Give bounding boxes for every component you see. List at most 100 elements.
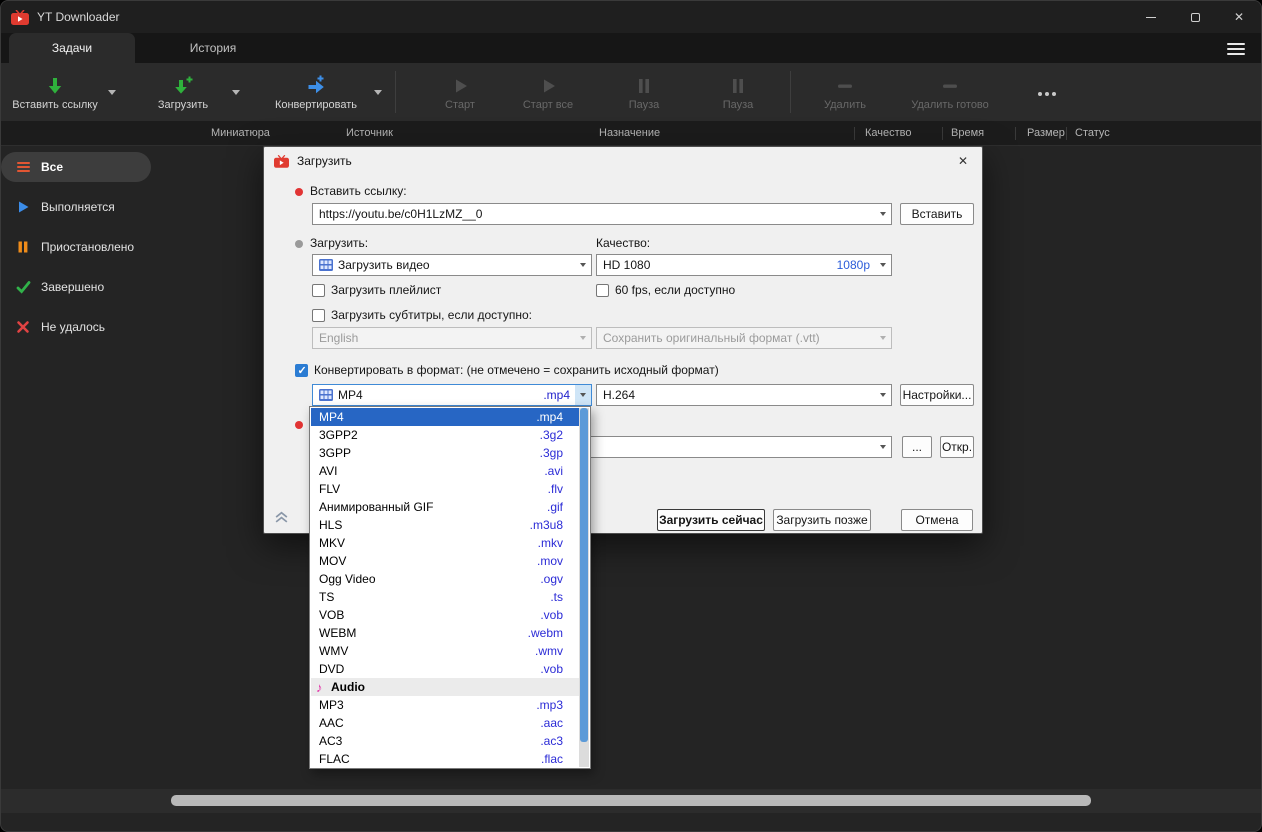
column-header-destination[interactable]: Назначение: [599, 127, 660, 139]
pause-icon: [633, 73, 655, 97]
checkbox-unchecked: [312, 283, 325, 297]
format-combobox[interactable]: MP4 .mp4: [312, 384, 592, 406]
column-header-size[interactable]: Размер: [1027, 127, 1065, 139]
format-option-ts[interactable]: TS .ts: [311, 588, 579, 606]
fps-checkbox[interactable]: 60 fps, если доступно: [596, 283, 735, 297]
format-option-aac[interactable]: AAC .aac: [311, 714, 579, 732]
close-icon: ✕: [1233, 10, 1245, 24]
paste-button[interactable]: Вставить: [900, 203, 974, 225]
chevron-down-icon[interactable]: [875, 204, 891, 224]
column-header-quality[interactable]: Качество: [865, 127, 912, 139]
pause-button[interactable]: Пауза: [600, 65, 688, 119]
format-option-flv[interactable]: FLV .flv: [311, 480, 579, 498]
column-header-time[interactable]: Время: [951, 127, 984, 139]
play-icon: [15, 200, 31, 214]
format-option-mp3[interactable]: MP3 .mp3: [311, 696, 579, 714]
minus-icon: [939, 73, 961, 97]
codec-combobox[interactable]: H.264: [596, 384, 892, 406]
column-header-source[interactable]: Источник: [346, 127, 393, 139]
chevron-down-icon: [232, 89, 240, 95]
paste-link-button[interactable]: Вставить ссылку: [7, 65, 103, 119]
required-bullet: [295, 421, 303, 429]
convert-checkbox[interactable]: Конвертировать в формат: (не отмечено = …: [295, 363, 719, 377]
sidebar-item-failed[interactable]: Не удалось: [1, 312, 151, 342]
collapse-dialog-button[interactable]: [274, 509, 289, 527]
convert-dropdown[interactable]: [369, 65, 387, 119]
format-option-mov[interactable]: MOV .mov: [311, 552, 579, 570]
quality-combobox[interactable]: HD 1080 1080p: [596, 254, 892, 276]
quality-label: Качество:: [596, 236, 651, 250]
open-folder-button[interactable]: Откр.: [940, 436, 974, 458]
browse-button[interactable]: ...: [902, 436, 932, 458]
format-option-3gpp2[interactable]: 3GPP2.3g2: [311, 426, 579, 444]
start-button[interactable]: Старт: [418, 65, 502, 119]
close-button[interactable]: ✕: [1217, 1, 1261, 33]
toolbar-separator: [395, 71, 396, 113]
sidebar-item-label: Выполняется: [41, 200, 115, 214]
sidebar-item-paused[interactable]: Приостановлено: [1, 232, 151, 262]
tab-tasks[interactable]: Задачи: [9, 33, 135, 63]
delete-button[interactable]: Удалить: [799, 65, 891, 119]
format-option-mkv[interactable]: MKV .mkv: [311, 534, 579, 552]
dropdown-scrollbar-thumb[interactable]: [580, 408, 588, 742]
format-option-flac[interactable]: FLAC .flac: [311, 750, 579, 767]
format-option-webm[interactable]: WEBM .webm: [311, 624, 579, 642]
format-option-mp4[interactable]: MP4 .mp4: [311, 408, 579, 426]
chevron-down-icon[interactable]: [575, 385, 591, 405]
url-combobox[interactable]: [312, 203, 892, 225]
menu-button[interactable]: [1221, 37, 1251, 61]
format-option-dvd[interactable]: DVD .vob: [311, 660, 579, 678]
music-note-icon: ♪: [316, 679, 323, 695]
format-option-vob[interactable]: VOB .vob: [311, 606, 579, 624]
pause-icon: [727, 73, 749, 97]
convert-button[interactable]: Конвертировать: [263, 65, 369, 119]
chevron-down-icon: [875, 255, 891, 275]
format-option-gif[interactable]: Анимированный GIF .gif: [311, 498, 579, 516]
url-input[interactable]: [319, 204, 875, 224]
sidebar-item-running[interactable]: Выполняется: [1, 192, 151, 222]
sidebar-item-label: Завершено: [41, 280, 105, 294]
download-dropdown[interactable]: [227, 65, 245, 119]
column-header-status[interactable]: Статус: [1075, 127, 1110, 139]
chevron-down-icon: [575, 255, 591, 275]
subtitles-checkbox[interactable]: Загрузить субтитры, если доступно:: [312, 308, 532, 322]
horizontal-scrollbar-thumb[interactable]: [171, 795, 1091, 806]
tab-bar: Задачи История: [1, 33, 1261, 63]
column-separator: [1015, 127, 1016, 140]
format-option-hls[interactable]: HLS .m3u8: [311, 516, 579, 534]
download-now-button[interactable]: Загрузить сейчас: [657, 509, 765, 531]
paste-link-icon: [44, 73, 66, 97]
sidebar-item-completed[interactable]: Завершено: [1, 272, 151, 302]
window-title: YT Downloader: [37, 10, 120, 24]
download-later-button[interactable]: Загрузить позже: [773, 509, 871, 531]
more-button[interactable]: [1019, 65, 1075, 119]
paste-link-dropdown[interactable]: [103, 65, 121, 119]
start-all-button[interactable]: Старт все: [502, 65, 594, 119]
download-mode-combobox[interactable]: Загрузить видео: [312, 254, 592, 276]
play-icon: [449, 73, 471, 97]
dialog-close-button[interactable]: ✕: [954, 152, 972, 170]
download-mode-label: Загрузить:: [310, 236, 369, 250]
maximize-icon: [1190, 12, 1200, 22]
format-option-avi[interactable]: AVI .avi: [311, 462, 579, 480]
download-button[interactable]: Загрузить: [139, 65, 227, 119]
dropdown-scrollbar-track: [579, 408, 589, 767]
minus-icon: [834, 73, 856, 97]
sidebar-item-all[interactable]: Все: [1, 152, 151, 182]
column-separator: [854, 127, 855, 140]
format-extension: .mp4: [543, 388, 570, 402]
format-option-3gpp[interactable]: 3GPP .3gp: [311, 444, 579, 462]
delete-done-button[interactable]: Удалить готово: [891, 65, 1009, 119]
maximize-button[interactable]: [1173, 1, 1217, 33]
minimize-button[interactable]: [1129, 1, 1173, 33]
pause-all-button[interactable]: Пауза: [694, 65, 782, 119]
column-header-thumbnail[interactable]: Миниатюра: [211, 127, 270, 139]
toolbar: Вставить ссылку Загрузить Конвертировать…: [1, 63, 1261, 121]
format-option-wmv[interactable]: WMV .wmv: [311, 642, 579, 660]
settings-button[interactable]: Настройки...: [900, 384, 974, 406]
format-option-ogv[interactable]: Ogg Video .ogv: [311, 570, 579, 588]
format-option-ac3[interactable]: AC3 .ac3: [311, 732, 579, 750]
playlist-checkbox[interactable]: Загрузить плейлист: [312, 283, 441, 297]
tab-history[interactable]: История: [135, 33, 291, 63]
cancel-button[interactable]: Отмена: [901, 509, 973, 531]
